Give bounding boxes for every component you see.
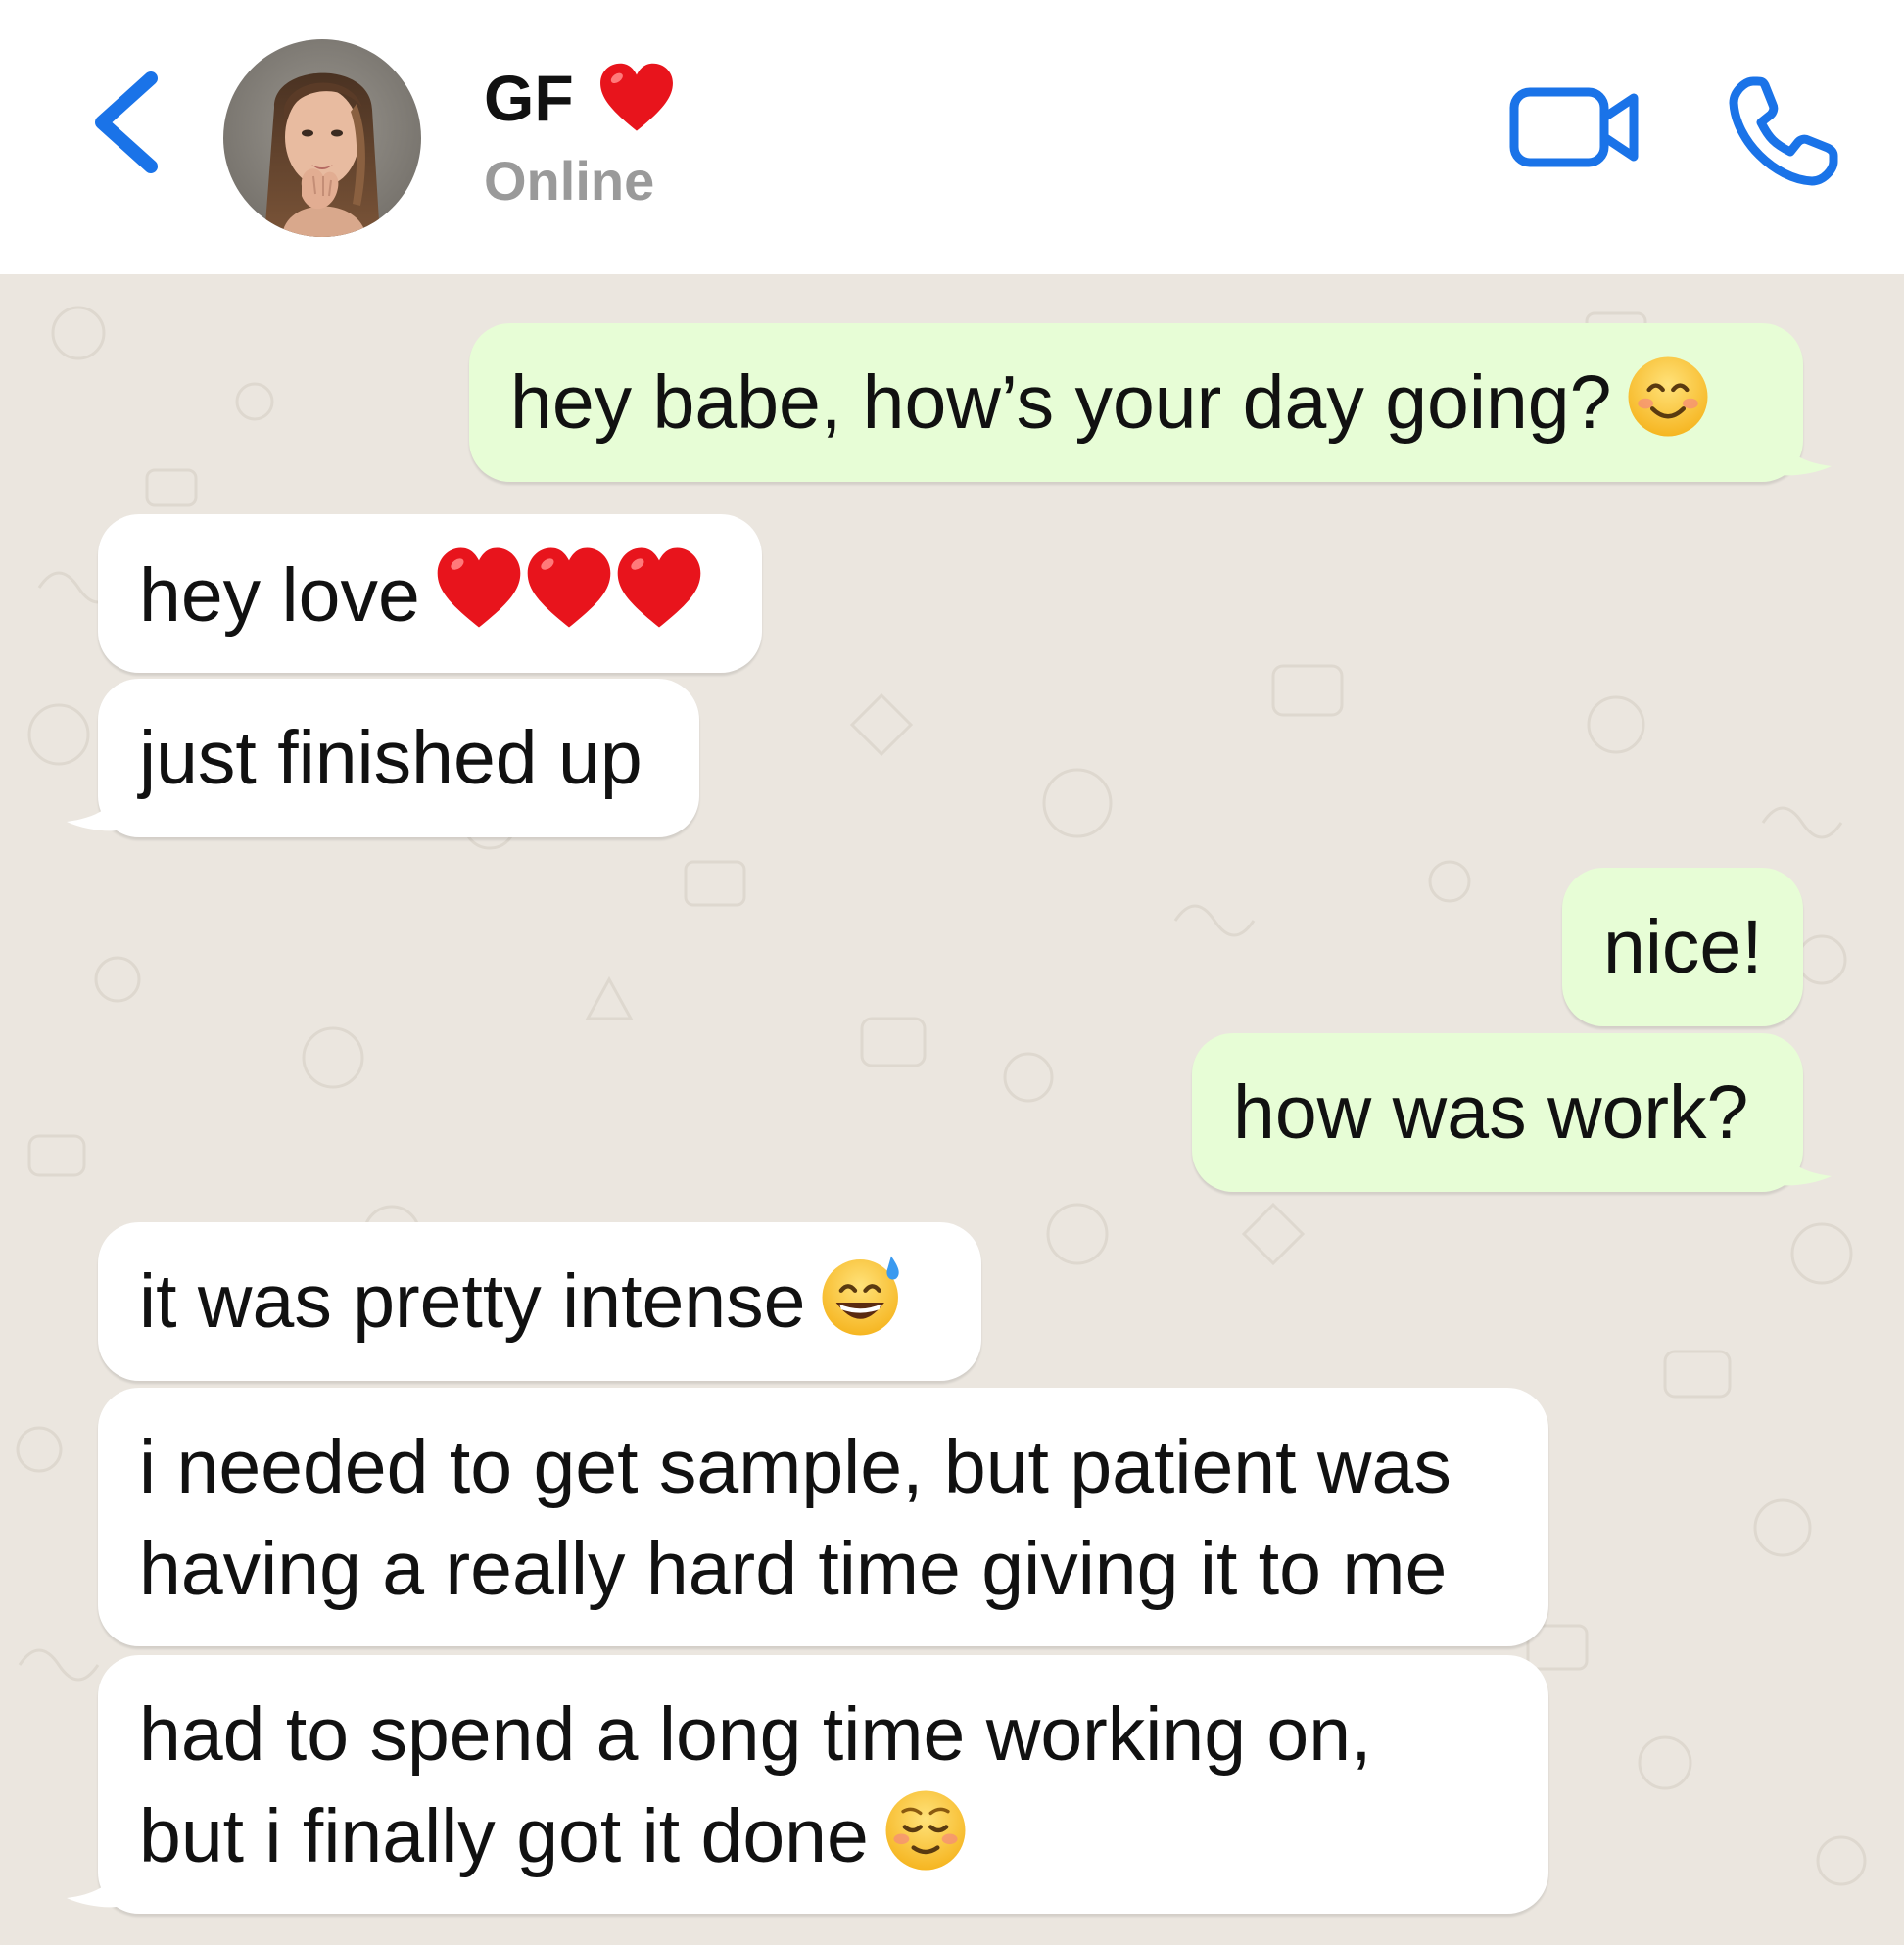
chat-area[interactable]: hey babe, how’s your day going? hey love…: [0, 274, 1904, 1945]
back-button[interactable]: [88, 69, 167, 176]
message-bubble-outgoing[interactable]: nice!: [1562, 868, 1803, 1026]
red-heart-icon: [595, 57, 678, 139]
contact-status: Online: [484, 150, 655, 212]
phone-icon: [1729, 76, 1838, 186]
avatar[interactable]: [223, 39, 421, 237]
message-text: hey babe, how’s your day going?: [510, 360, 1612, 445]
relieved-face-icon: [882, 1787, 969, 1899]
bubble-tail: [67, 777, 127, 831]
message-text: just finished up: [139, 716, 643, 800]
message-text-line: had to spend a long time working on,: [139, 1692, 1372, 1777]
message-bubble-incoming[interactable]: had to spend a long time working on, but…: [98, 1655, 1548, 1914]
message-text-line: i needed to get sample, but patient was: [139, 1425, 1452, 1509]
message-text: how was work?: [1233, 1070, 1749, 1155]
red-heart-icon: [434, 543, 704, 658]
message-bubble-outgoing[interactable]: how was work?: [1192, 1033, 1803, 1192]
message-bubble-incoming[interactable]: just finished up: [98, 679, 699, 837]
message-bubble-incoming[interactable]: hey love: [98, 514, 762, 673]
message-text-line: having a really hard time giving it to m…: [139, 1527, 1448, 1611]
message-text: hey love: [139, 553, 420, 638]
video-call-button[interactable]: [1508, 78, 1643, 176]
message-text: nice!: [1603, 905, 1763, 989]
message-bubble-incoming[interactable]: i needed to get sample, but patient was …: [98, 1388, 1548, 1646]
message-bubble-outgoing[interactable]: hey babe, how’s your day going?: [469, 323, 1803, 482]
grinning-face-with-sweat-icon: [819, 1253, 905, 1364]
smiling-face-icon: [1625, 354, 1711, 465]
message-bubble-incoming[interactable]: it was pretty intense: [98, 1222, 981, 1381]
chevron-left-icon: [95, 71, 158, 173]
contact-photo: [223, 39, 421, 237]
message-text: it was pretty intense: [139, 1259, 806, 1344]
contact-name[interactable]: GF: [484, 59, 574, 137]
bubble-tail: [1771, 1131, 1832, 1186]
bubble-tail: [1771, 421, 1832, 476]
message-text-line: but i finally got it done: [139, 1794, 869, 1878]
bubble-tail: [67, 1853, 127, 1908]
video-camera-icon: [1509, 87, 1639, 167]
chat-header: GF Online: [0, 0, 1904, 275]
voice-call-button[interactable]: [1724, 73, 1841, 191]
